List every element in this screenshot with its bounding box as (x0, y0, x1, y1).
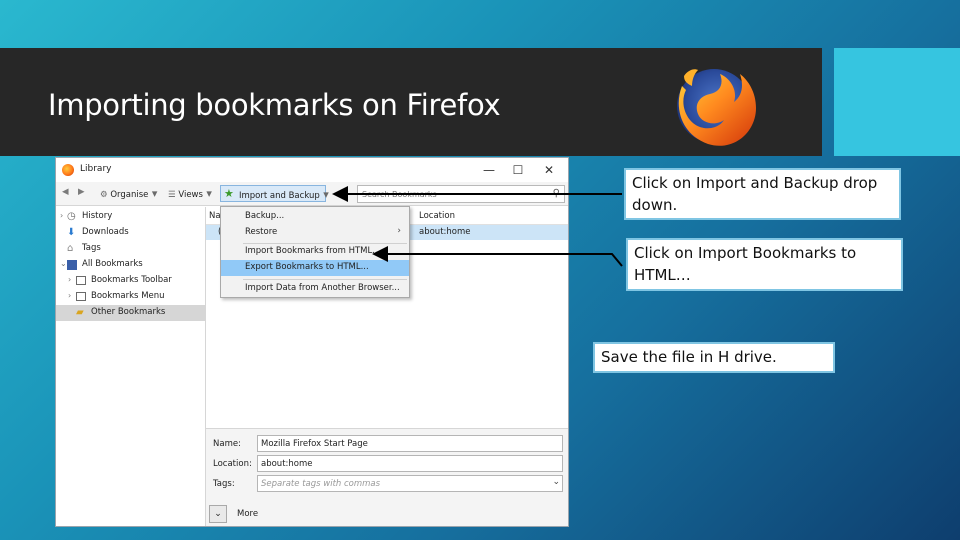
sidebar-item-history[interactable]: › ◷ History (56, 209, 206, 225)
window-titlebar: Library — ☐ ✕ (56, 158, 568, 182)
bookmarks-icon (67, 260, 77, 270)
expand-arrow-icon[interactable]: › (68, 275, 71, 284)
chevron-down-icon[interactable]: ⌄ (552, 477, 560, 487)
organise-label: Organise (110, 190, 149, 200)
expand-arrow-icon[interactable]: › (60, 211, 63, 220)
firefox-small-icon (62, 164, 74, 176)
sidebar-item-downloads[interactable]: ⬇ Downloads (56, 225, 206, 241)
location-input[interactable] (261, 458, 551, 470)
menu-item-import-other-browser[interactable]: Import Data from Another Browser... (221, 281, 409, 297)
more-toggle-button[interactable]: ⌄ (209, 505, 227, 523)
import-backup-label: Import and Backup ▾ (239, 188, 329, 201)
toolbar-folder-icon (76, 276, 86, 285)
accent-block (834, 48, 960, 156)
menu-item-label: Restore (245, 227, 278, 237)
column-name-header[interactable]: Na (209, 211, 221, 221)
sidebar-item-label: All Bookmarks (82, 259, 143, 269)
download-icon: ⬇ (67, 227, 76, 238)
sidebar-item-label: Downloads (82, 227, 129, 237)
name-field[interactable] (257, 435, 563, 452)
name-input[interactable] (261, 438, 551, 450)
clock-icon: ◷ (67, 211, 76, 222)
views-icon: ☰ (168, 190, 179, 200)
maximize-button[interactable]: ☐ (505, 161, 531, 179)
chevron-down-icon: ⌄ (214, 509, 222, 519)
slide: Importing bookmarks on Firefox Library —… (0, 0, 960, 540)
menu-item-restore[interactable]: Restore › (221, 225, 409, 241)
location-field[interactable] (257, 455, 563, 472)
sidebar-item-label: Tags (82, 243, 101, 253)
column-location-header[interactable]: Location (419, 211, 455, 221)
row-location: about:home (419, 227, 471, 237)
sidebar-item-label: Bookmarks Toolbar (91, 275, 172, 285)
tags-label: Tags: (213, 479, 235, 489)
import-backup-menu: Backup... Restore › Import Bookmarks fro… (220, 206, 410, 298)
menu-item-import-html[interactable]: Import Bookmarks from HTML... (221, 244, 409, 260)
menu-folder-icon (76, 292, 86, 301)
sidebar-item-bookmarks-menu[interactable]: › Bookmarks Menu (56, 289, 206, 305)
menu-item-label: Backup... (245, 211, 285, 221)
library-window: Library — ☐ ✕ ◀ ▶ ⚙ Organise ▾ ☰ Views ▾… (55, 157, 569, 527)
back-arrow-icon[interactable]: ◀ (62, 187, 69, 197)
bookmark-details-pane: Name: Location: Tags: ⌄ ⌄ More (206, 428, 568, 526)
sidebar-item-label: Bookmarks Menu (91, 291, 165, 301)
menu-item-label: Export Bookmarks to HTML... (245, 262, 369, 272)
expand-arrow-icon[interactable]: › (68, 291, 71, 300)
minimize-button[interactable]: — (476, 161, 502, 179)
close-button[interactable]: ✕ (536, 161, 562, 179)
organise-icon: ⚙ (100, 190, 111, 200)
chevron-down-icon: ▾ (148, 187, 158, 200)
tags-field[interactable]: ⌄ (257, 475, 563, 492)
library-toolbar: ◀ ▶ ⚙ Organise ▾ ☰ Views ▾ ★ Import and … (56, 182, 568, 206)
menu-item-label: Import Data from Another Browser... (245, 283, 400, 293)
sidebar-item-label: Other Bookmarks (91, 307, 166, 317)
search-bookmarks-field[interactable]: ⚲ (357, 185, 565, 203)
forward-arrow-icon[interactable]: ▶ (78, 187, 85, 197)
menu-item-backup[interactable]: Backup... (221, 209, 409, 225)
location-label: Location: (213, 459, 252, 469)
window-title: Library (80, 164, 112, 174)
sidebar-item-all-bookmarks[interactable]: ⌄ All Bookmarks (56, 257, 206, 273)
views-label: Views (178, 190, 203, 200)
tags-input[interactable] (261, 478, 551, 490)
organise-menu[interactable]: ⚙ Organise ▾ (100, 187, 157, 200)
callout-import-backup: Click on Import and Backup drop down. (624, 168, 901, 220)
chevron-down-icon: ▾ (202, 187, 212, 200)
menu-separator (243, 279, 407, 280)
folder-icon: ▰ (76, 307, 84, 318)
callout-save-file: Save the file in H drive. (593, 342, 835, 373)
sidebar-item-label: History (82, 211, 113, 221)
sidebar-item-tags[interactable]: ⌂ Tags (56, 241, 206, 257)
callout-import-html: Click on Import Bookmarks to HTML… (626, 238, 903, 291)
sidebar-tree: › ◷ History ⬇ Downloads ⌂ Tags ⌄ All Boo… (56, 207, 206, 526)
import-star-icon: ★ (224, 187, 234, 200)
slide-title: Importing bookmarks on Firefox (48, 88, 501, 122)
import-backup-button[interactable]: ★ Import and Backup ▾ (220, 185, 329, 202)
menu-item-export-html[interactable]: Export Bookmarks to HTML... (221, 260, 409, 276)
tag-icon: ⌂ (67, 243, 74, 254)
collapse-arrow-icon[interactable]: ⌄ (60, 259, 67, 268)
search-icon[interactable]: ⚲ (553, 188, 560, 199)
sidebar-item-bookmarks-toolbar[interactable]: › Bookmarks Toolbar (56, 273, 206, 289)
views-menu[interactable]: ☰ Views ▾ (168, 187, 212, 200)
menu-item-label: Import Bookmarks from HTML... (245, 246, 381, 256)
firefox-logo-icon (677, 69, 756, 146)
more-label: More (237, 509, 259, 519)
search-input[interactable] (362, 188, 542, 200)
submenu-arrow-icon: › (397, 226, 401, 236)
name-label: Name: (213, 439, 241, 449)
sidebar-item-other-bookmarks[interactable]: ▰ Other Bookmarks (56, 305, 206, 321)
